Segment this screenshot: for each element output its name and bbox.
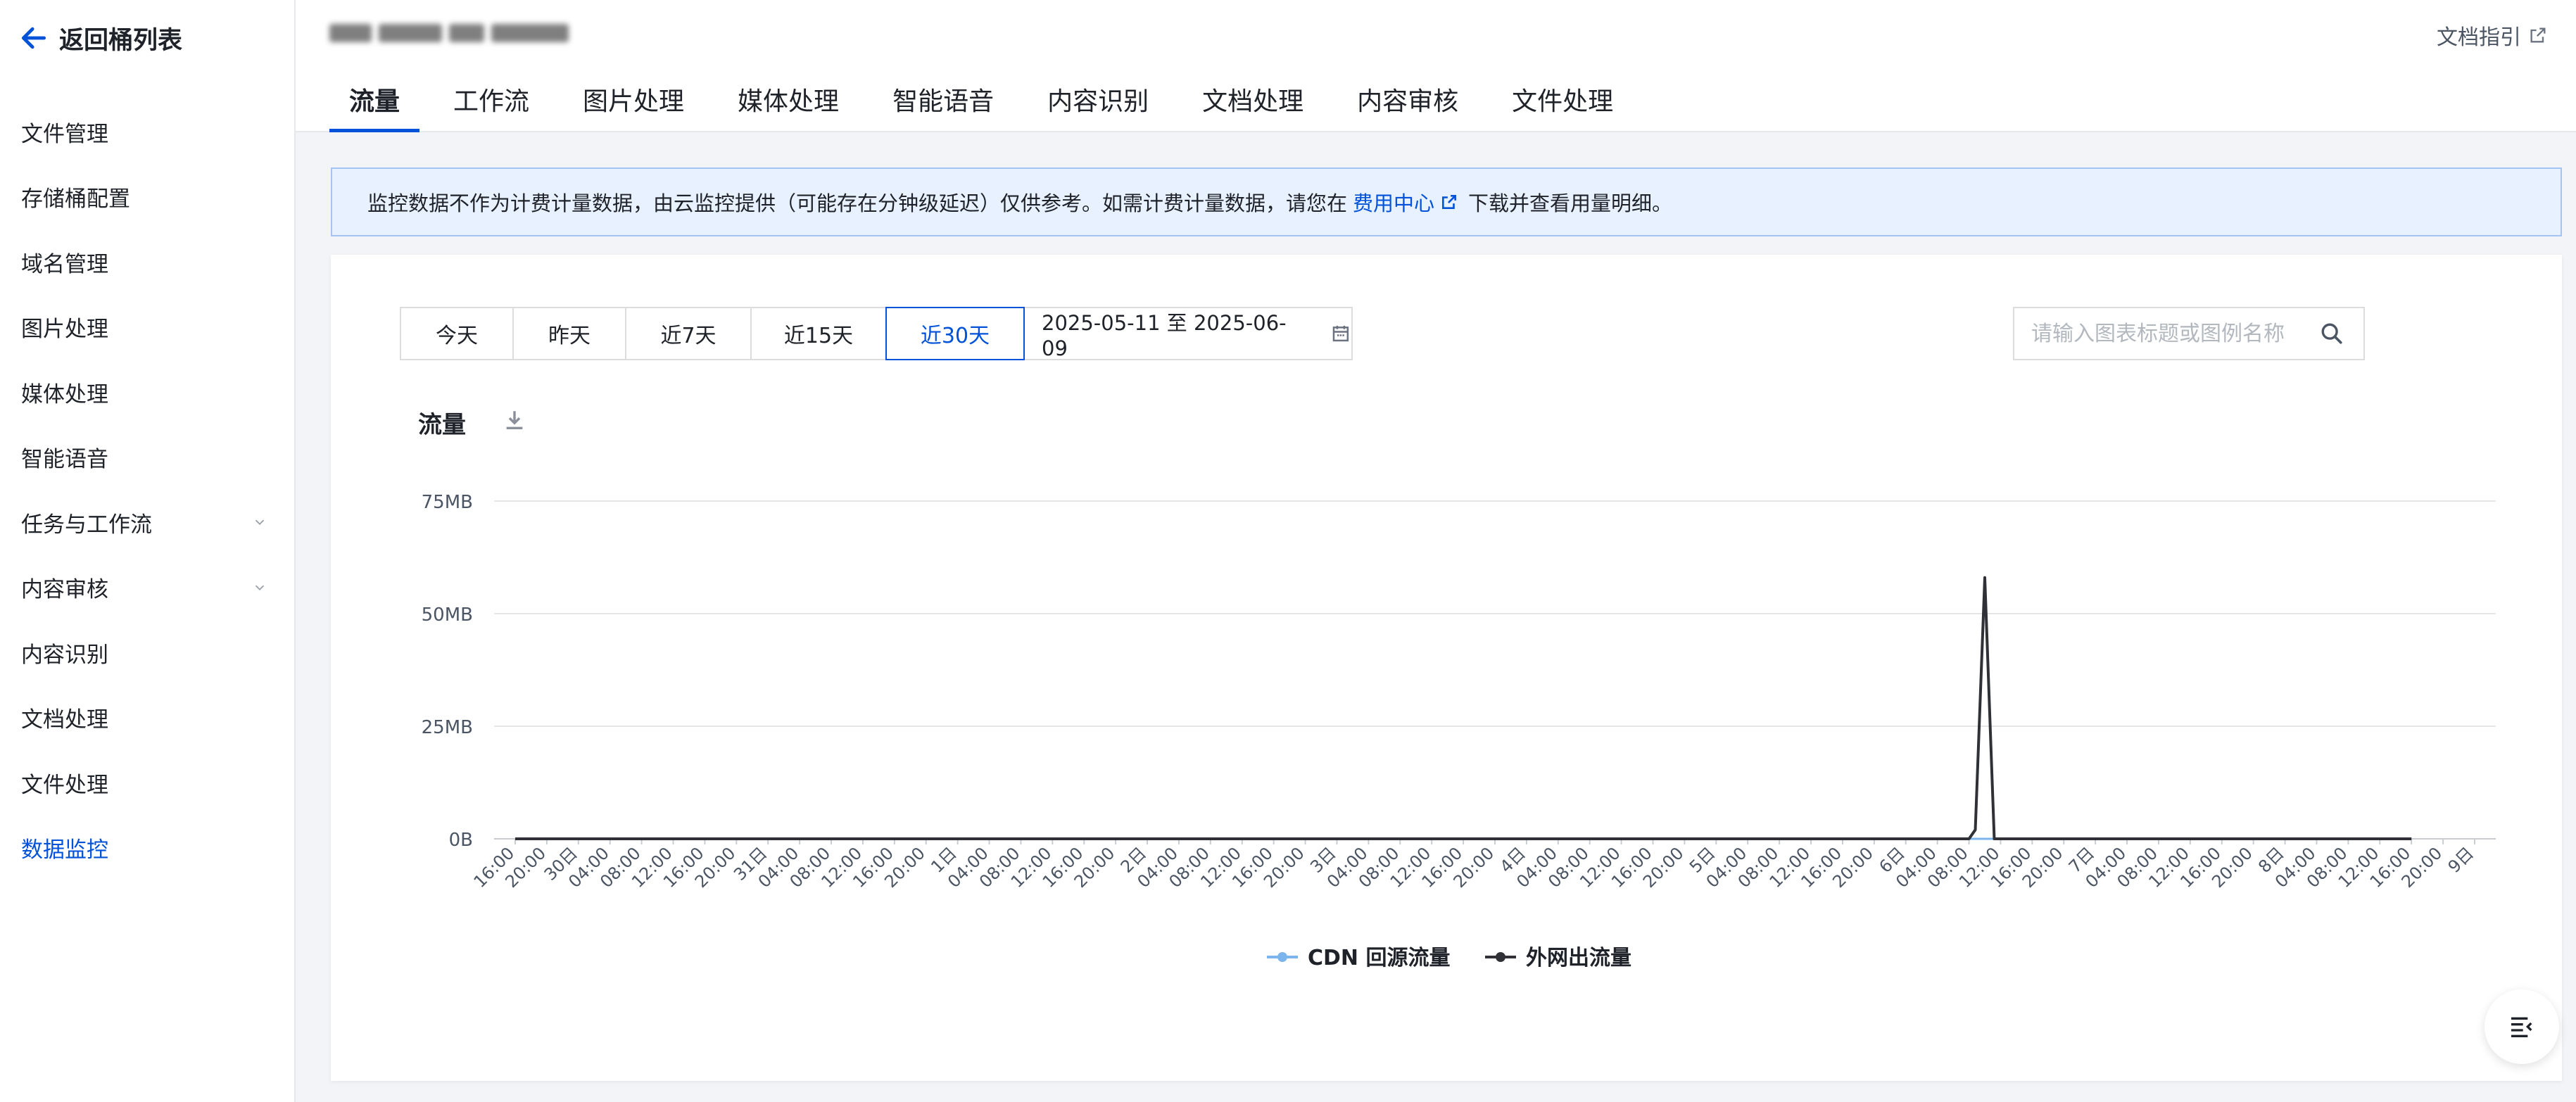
- tab-item[interactable]: 流量: [329, 79, 420, 132]
- sidebar-item[interactable]: 存储桶配置: [21, 176, 267, 218]
- tab-item[interactable]: 内容审核: [1337, 79, 1478, 132]
- x-tick-label: 9日: [2444, 843, 2478, 877]
- doc-guide-link[interactable]: 文档指引: [2437, 20, 2548, 51]
- menu-float-button[interactable]: [2485, 989, 2559, 1064]
- range-button[interactable]: 近7天: [625, 307, 752, 360]
- calendar-icon: [1332, 325, 1349, 342]
- range-button[interactable]: 近15天: [750, 307, 887, 360]
- tab-item[interactable]: 媒体处理: [718, 79, 859, 132]
- date-range-value: 2025-05-11 至 2025-06-09: [1042, 311, 1287, 360]
- traffic-chart: 0B25MB50MB75MB16:0020:0030日04:0008:0012:…: [422, 492, 2496, 970]
- sidebar-item-label: 文档处理: [21, 707, 108, 733]
- tab-item[interactable]: 图片处理: [563, 79, 704, 132]
- sidebar-item[interactable]: 任务与工作流: [21, 501, 267, 543]
- billing-center-label: 费用中心: [1353, 191, 1435, 215]
- sidebar-item[interactable]: 数据监控: [21, 827, 267, 869]
- sidebar-item[interactable]: 文件处理: [21, 761, 267, 804]
- sidebar-item[interactable]: 域名管理: [21, 241, 267, 283]
- series-line: [515, 576, 2412, 840]
- range-button[interactable]: 昨天: [512, 307, 626, 360]
- legend-label: CDN 回源流量: [1308, 946, 1450, 970]
- notice-banner: 监控数据不作为计费计量数据，由云监控提供（可能存在分钟级延迟）仅供参考。如需计费…: [331, 167, 2562, 236]
- tab-item[interactable]: 文档处理: [1182, 79, 1323, 132]
- page-header: 文档指引 流量 工作流 图片处理 媒体处理 智能语音 内容识别 文档处理 内容审核 文件处理: [296, 0, 2576, 132]
- sidebar-item-label: 智能语音: [21, 447, 108, 472]
- menu-collapse-icon: [2511, 1017, 2532, 1037]
- monitor-tabs: 流量 工作流 图片处理 媒体处理 智能语音 内容识别 文档处理 内容审核 文件处理: [329, 79, 1647, 132]
- sidebar-item[interactable]: 智能语音: [21, 436, 267, 479]
- chevron-down-icon: [255, 585, 265, 590]
- range-buttons: 今天 昨天 近7天 近15天 近30天: [400, 307, 1025, 360]
- legend-label: 外网出流量: [1526, 946, 1631, 970]
- y-tick-label: 50MB: [422, 604, 473, 626]
- sidebar-item-label: 内容审核: [21, 577, 108, 602]
- sidebar-item-label: 域名管理: [21, 251, 108, 277]
- y-tick-label: 75MB: [422, 492, 473, 513]
- sidebar-item[interactable]: 文档处理: [21, 697, 267, 739]
- tab-item[interactable]: 内容识别: [1028, 79, 1168, 132]
- y-tick-label: 0B: [449, 830, 473, 851]
- tab-item[interactable]: 智能语音: [873, 79, 1014, 132]
- tab-item[interactable]: 工作流: [434, 79, 549, 132]
- legend-marker: [1277, 952, 1287, 962]
- y-tick-label: 25MB: [422, 717, 473, 738]
- notice-text-end: 下载并查看用量明细。: [1468, 191, 1673, 215]
- billing-center-link[interactable]: 费用中心: [1353, 187, 1468, 217]
- range-button[interactable]: 近30天: [885, 307, 1025, 360]
- notice-text: 监控数据不作为计费计量数据，由云监控提供（可能存在分钟级延迟）仅供参考。如需计费…: [367, 191, 1348, 215]
- bucket-name-blurred: [329, 17, 583, 49]
- range-button[interactable]: 今天: [400, 307, 514, 360]
- date-range-picker[interactable]: 2025-05-11 至 2025-06-09: [1023, 307, 1353, 360]
- sidebar-item-label: 存储桶配置: [21, 186, 130, 212]
- external-link-icon: [1442, 195, 1456, 209]
- sidebar-item[interactable]: 内容识别: [21, 631, 267, 673]
- back-label: 返回桶列表: [59, 26, 183, 55]
- sidebar-item[interactable]: 内容审核: [21, 566, 267, 609]
- back-to-bucket-list-link[interactable]: 返回桶列表: [18, 18, 182, 58]
- chart-card: 0B 25MB 50MB 75MB 16:00 20:00 30日 04:00 08:00 12:…: [331, 255, 2562, 1081]
- sidebar-item-label: 媒体处理: [21, 381, 108, 407]
- chart-search: [2013, 307, 2365, 360]
- download-icon[interactable]: [503, 408, 526, 432]
- chart-title: 流量: [418, 411, 466, 439]
- legend-marker: [1496, 952, 1505, 962]
- sidebar-item-label: 数据监控: [21, 837, 108, 863]
- chevron-down-icon: [255, 519, 265, 526]
- chart-search-input[interactable]: [2031, 321, 2320, 346]
- external-link-icon: [2530, 27, 2546, 43]
- sidebar-item[interactable]: 媒体处理: [21, 371, 267, 413]
- sidebar-item-label: 文件处理: [21, 772, 108, 798]
- sidebar-item-label: 内容识别: [21, 642, 108, 668]
- sidebar: 返回桶列表 文件管理存储桶配置域名管理图片处理媒体处理智能语音任务与工作流 内容审…: [0, 0, 296, 1102]
- sidebar-item-label: 文件管理: [21, 121, 108, 147]
- tab-item[interactable]: 文件处理: [1492, 79, 1633, 132]
- time-range-selector: 今天 昨天 近7天 近15天 近30天 2025-05-11 至 2025-06-09: [400, 307, 1353, 360]
- doc-guide-label: 文档指引: [2437, 25, 2521, 50]
- sidebar-item-label: 图片处理: [21, 317, 108, 342]
- search-icon[interactable]: [2320, 322, 2344, 346]
- sidebar-item[interactable]: 文件管理: [21, 110, 267, 153]
- sidebar-item[interactable]: 图片处理: [21, 306, 267, 348]
- sidebar-item-label: 任务与工作流: [21, 512, 152, 538]
- arrow-left-icon: [21, 27, 46, 49]
